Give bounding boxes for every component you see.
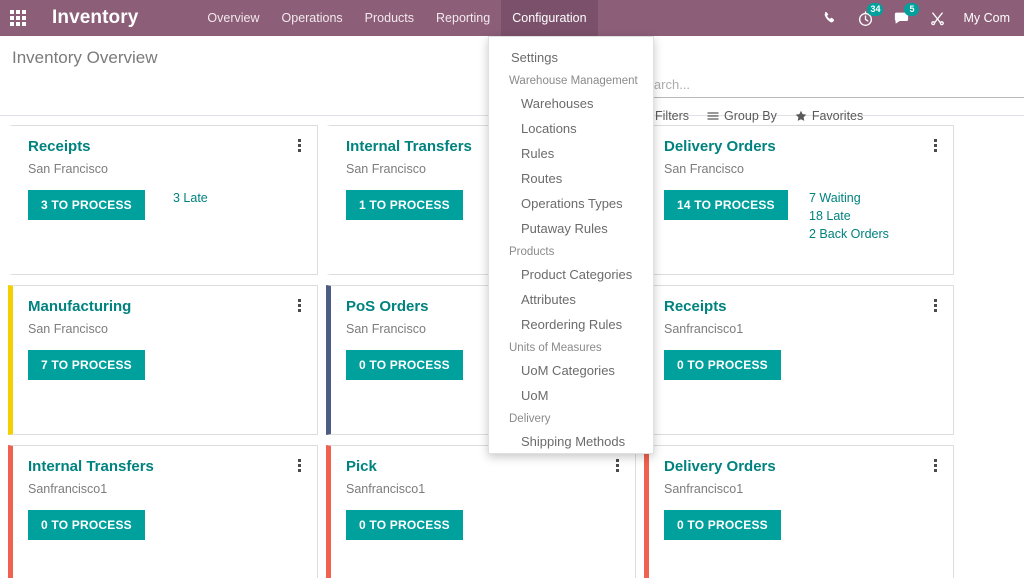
kanban-card[interactable]: Pick Sanfrancisco1 0 TO PROCESS [326,445,636,578]
dropdown-section-header: Delivery [489,408,653,429]
favorites-button[interactable]: Favorites [795,109,863,123]
kanban-card[interactable]: Internal Transfers Sanfrancisco1 0 TO PROC… [8,445,318,578]
kanban-card-title[interactable]: Internal Transfers [346,138,472,155]
phone-icon[interactable] [811,0,847,36]
clock-activity-icon[interactable]: 34 [847,0,883,36]
navbar-right-tools: 34 5 My Com [811,0,1024,36]
dropdown-item-locations[interactable]: Locations [489,116,653,141]
kanban-card-warehouse: San Francisco [664,162,744,176]
filter-button-label: Favorites [812,109,863,123]
search-input[interactable] [638,77,1024,92]
kanban-card-title[interactable]: Receipts [28,138,91,155]
to-process-button[interactable]: 0 TO PROCESS [28,510,145,540]
kanban-card-stats: 3 Late [173,191,208,205]
messages-count-badge: 5 [904,3,919,16]
kanban-stat-link[interactable]: 18 Late [809,209,889,223]
dropdown-item-operations-types[interactable]: Operations Types [489,191,653,216]
dropdown-item-shipping-methods[interactable]: Shipping Methods [489,429,653,454]
to-process-button[interactable]: 0 TO PROCESS [346,510,463,540]
kanban-card-menu-icon[interactable] [292,296,306,314]
kanban-stat-link[interactable]: 3 Late [173,191,208,205]
filter-button-label: Filters [655,109,689,123]
top-navbar: Inventory OverviewOperationsProductsRepo… [0,0,1024,36]
kanban-card-title[interactable]: Delivery Orders [664,138,776,155]
to-process-button[interactable]: 1 TO PROCESS [346,190,463,220]
kanban-card[interactable]: Manufacturing San Francisco 7 TO PROCESS [8,285,318,435]
dropdown-item-attributes[interactable]: Attributes [489,287,653,312]
kanban-card-menu-icon[interactable] [292,136,306,154]
kanban-card-menu-icon[interactable] [928,456,942,474]
kanban-card-warehouse: San Francisco [28,322,108,336]
kanban-card-title[interactable]: PoS Orders [346,298,429,315]
kanban-card-warehouse: San Francisco [346,162,426,176]
kanban-card-menu-icon[interactable] [610,456,624,474]
star-icon [795,110,807,122]
dropdown-section-header: Warehouse Management [489,70,653,91]
dropdown-item-product-categories[interactable]: Product Categories [489,262,653,287]
kanban-card-warehouse: San Francisco [346,322,426,336]
activity-count-badge: 34 [867,3,883,16]
to-process-button[interactable]: 0 TO PROCESS [346,350,463,380]
kanban-card[interactable]: Receipts San Francisco 3 TO PROCESS 3 Late [8,125,318,275]
dropdown-item-routes[interactable]: Routes [489,166,653,191]
nav-item-configuration[interactable]: Configuration [501,0,597,36]
nav-item-operations[interactable]: Operations [271,0,354,36]
search-view: Filters Group By Favorites [638,76,1024,123]
kanban-card[interactable]: Delivery Orders Sanfrancisco1 0 TO PROCESS [644,445,954,578]
kanban-card-warehouse: Sanfrancisco1 [664,482,743,496]
user-menu-label[interactable]: My Com [955,11,1018,25]
kanban-card-menu-icon[interactable] [292,456,306,474]
to-process-button[interactable]: 3 TO PROCESS [28,190,145,220]
group-by-button[interactable]: Group By [707,109,777,123]
configuration-dropdown-menu: SettingsWarehouse ManagementWarehousesLo… [488,36,654,454]
kanban-card-menu-icon[interactable] [928,296,942,314]
hamburger-lines-icon [707,110,719,122]
kanban-stat-link[interactable]: 7 Waiting [809,191,889,205]
search-row [638,76,1024,98]
kanban-card-warehouse: Sanfrancisco1 [664,322,743,336]
kanban-card-warehouse: Sanfrancisco1 [346,482,425,496]
to-process-button[interactable]: 0 TO PROCESS [664,350,781,380]
kanban-card-menu-icon[interactable] [928,136,942,154]
dropdown-item-putaway-rules[interactable]: Putaway Rules [489,216,653,241]
nav-item-reporting[interactable]: Reporting [425,0,501,36]
dropdown-item-uom-categories[interactable]: UoM Categories [489,358,653,383]
kanban-card-warehouse: San Francisco [28,162,108,176]
filter-button-label: Group By [724,109,777,123]
to-process-button[interactable]: 7 TO PROCESS [28,350,145,380]
kanban-card-title[interactable]: Pick [346,458,377,475]
kanban-card-stats: 7 Waiting 18 Late 2 Back Orders [809,191,889,241]
kanban-card-title[interactable]: Manufacturing [28,298,131,315]
dropdown-item-uom[interactable]: UoM [489,383,653,408]
scissors-tools-icon[interactable] [919,0,955,36]
dropdown-item-reordering-rules[interactable]: Reordering Rules [489,312,653,337]
kanban-card-title[interactable]: Delivery Orders [664,458,776,475]
dropdown-item-warehouses[interactable]: Warehouses [489,91,653,116]
to-process-button[interactable]: 14 TO PROCESS [664,190,788,220]
dropdown-section-header: Units of Measures [489,337,653,358]
chat-bubble-icon[interactable]: 5 [883,0,919,36]
kanban-card-warehouse: Sanfrancisco1 [28,482,107,496]
kanban-card-title[interactable]: Internal Transfers [28,458,154,475]
apps-grid-icon[interactable] [0,0,36,36]
kanban-card-title[interactable]: Receipts [664,298,727,315]
dropdown-item-settings[interactable]: Settings [489,45,653,70]
nav-item-products[interactable]: Products [354,0,425,36]
kanban-card[interactable]: Receipts Sanfrancisco1 0 TO PROCESS [644,285,954,435]
app-brand-title[interactable]: Inventory [36,7,152,29]
kanban-card[interactable]: Delivery Orders San Francisco 14 TO PROCES… [644,125,954,275]
to-process-button[interactable]: 0 TO PROCESS [664,510,781,540]
main-menu: OverviewOperationsProductsReportingConfi… [196,0,597,36]
search-buttons: Filters Group By Favorites [638,109,1024,123]
breadcrumb[interactable]: Inventory Overview [12,48,158,68]
nav-item-overview[interactable]: Overview [196,0,270,36]
dropdown-item-rules[interactable]: Rules [489,141,653,166]
kanban-stat-link[interactable]: 2 Back Orders [809,227,889,241]
dropdown-section-header: Products [489,241,653,262]
